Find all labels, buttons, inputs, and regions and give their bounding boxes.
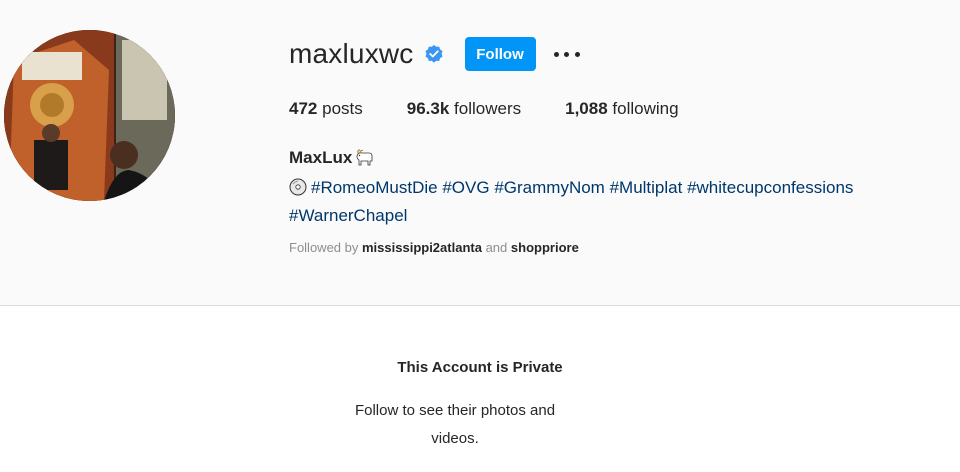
followed-by-prefix: Followed by (289, 240, 359, 255)
followers-stat[interactable]: 96.3k followers (407, 99, 521, 119)
followed-by-joiner: and (485, 240, 508, 255)
followers-count: 96.3k (406, 99, 450, 118)
private-title: This Account is Private (397, 359, 563, 376)
hashtag-link[interactable]: #RomeoMustDie (311, 178, 438, 197)
dot (574, 51, 580, 57)
profile-username: maxluxwc (289, 38, 414, 69)
avatar[interactable] (4, 30, 175, 201)
followed-by[interactable]: Followed by mississippi2atlanta and shop… (289, 240, 579, 255)
hashtag-link[interactable]: #OVG (442, 178, 489, 197)
followed-by-user: shoppriore (510, 240, 579, 255)
goat-emoji-icon (354, 148, 374, 168)
following-count: 1,088 (565, 99, 608, 118)
following-stat[interactable]: 1,088 following (565, 99, 678, 119)
private-account-notice: This Account is Private Follow to see th… (0, 306, 960, 472)
follow-button[interactable]: Follow (464, 37, 536, 71)
profile-info: maxluxwc Follow 472 posts 96.3k follower… (289, 35, 853, 255)
hashtag-link[interactable]: #Multiplat (610, 178, 683, 197)
hashtag-link[interactable]: #WarnerChapel (289, 206, 407, 225)
optical-disc-icon (289, 177, 307, 196)
hashtag-link[interactable]: #whitecupconfessions (687, 178, 853, 197)
profile-header: maxluxwc Follow 472 posts 96.3k follower… (0, 0, 960, 306)
verified-badge-icon (424, 44, 444, 64)
more-options-icon[interactable] (553, 44, 580, 64)
avatar-photo (4, 30, 175, 201)
dot (553, 51, 559, 57)
followed-by-user: mississippi2atlanta (362, 240, 482, 255)
posts-count: 472 (289, 99, 318, 118)
profile-full-name: MaxLux (289, 148, 374, 168)
profile-stats: 472 posts 96.3k followers 1,088 followin… (289, 99, 723, 119)
profile-title-row: maxluxwc Follow (289, 35, 580, 73)
hashtag-link[interactable]: #GrammyNom (494, 178, 605, 197)
profile-bio: #RomeoMustDie #OVG #GrammyNom #Multiplat… (289, 174, 929, 230)
private-subtitle: Follow to see their photos and videos. (354, 402, 556, 447)
posts-stat: 472 posts (289, 99, 363, 119)
followers-label: followers (454, 99, 522, 118)
dot (564, 51, 570, 57)
full-name-text: MaxLux (289, 148, 353, 167)
following-label: following (612, 99, 679, 118)
posts-label: posts (322, 99, 363, 118)
